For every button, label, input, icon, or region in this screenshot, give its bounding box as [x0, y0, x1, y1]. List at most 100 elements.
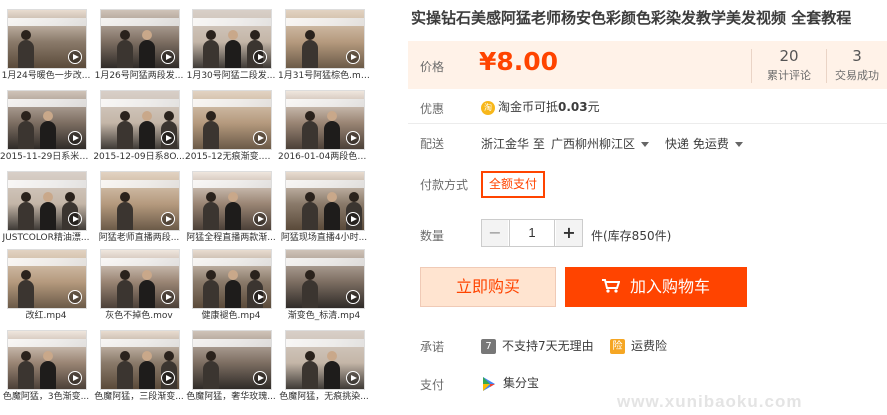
quantity-input[interactable]: 1: [509, 220, 555, 246]
video-thumbnail[interactable]: 渐变色_标清.mp4: [278, 249, 370, 322]
video-caption: 灰色不掉色.mov: [105, 311, 173, 321]
person-head: [228, 270, 238, 280]
video-thumbnail[interactable]: 色魔阿猛，奢华玫瑰...: [185, 330, 277, 403]
video-thumbnail[interactable]: 色魔阿猛，无痕挑染...: [278, 330, 370, 403]
person-head: [120, 111, 130, 121]
play-icon[interactable]: [161, 131, 175, 145]
video-preview-image: [100, 330, 180, 390]
no-return-promise[interactable]: 7 不支持7天无理由: [481, 337, 594, 354]
video-thumbnail[interactable]: 色魔阿猛，3色渐变...: [0, 330, 92, 403]
video-thumbnail[interactable]: JUSTCOLOR精油漂...: [0, 171, 92, 244]
video-preview-image: [7, 249, 87, 309]
video-thumbnail[interactable]: 1月30号阿猛二段发...: [185, 9, 277, 82]
video-title-banner: [286, 180, 364, 188]
promo-unit: 元: [587, 100, 600, 114]
video-caption: 色魔阿猛，3色渐变...: [2, 392, 90, 402]
play-icon[interactable]: [346, 50, 360, 64]
promo-info[interactable]: 淘淘金币可抵0.03元: [481, 98, 600, 115]
person-figure: [203, 40, 219, 68]
play-icon[interactable]: [68, 371, 82, 385]
play-icon[interactable]: [68, 212, 82, 226]
play-icon[interactable]: [253, 212, 267, 226]
video-thumbnail[interactable]: 灰色不掉色.mov: [93, 249, 185, 322]
person-head: [305, 192, 315, 202]
quantity-increase-button[interactable]: +: [556, 220, 582, 246]
person-head: [142, 351, 152, 361]
video-title-banner: [193, 339, 271, 347]
person-figure: [117, 40, 133, 68]
play-icon[interactable]: [161, 50, 175, 64]
video-title-banner: [286, 339, 364, 347]
sales-label: 交易成功: [835, 69, 879, 82]
reviews-stat[interactable]: 20 累计评论: [753, 47, 825, 83]
person-head: [142, 30, 152, 40]
play-icon[interactable]: [346, 131, 360, 145]
person-figure: [18, 121, 34, 149]
quantity-decrease-button[interactable]: −: [482, 220, 508, 246]
chevron-down-icon: [734, 142, 743, 147]
watermark: www.xunibaoku.com: [617, 392, 803, 411]
video-thumbnail[interactable]: 1月24号暖色一步改...: [0, 9, 92, 82]
play-icon[interactable]: [253, 131, 267, 145]
video-caption: 1月26号阿猛两段发...: [94, 71, 184, 81]
person-head: [206, 30, 216, 40]
video-caption: 色魔阿猛，无痕挑染...: [279, 392, 369, 402]
video-preview-image: [192, 9, 272, 69]
play-icon[interactable]: [161, 371, 175, 385]
shipping-method-select[interactable]: 快递 免运费: [665, 135, 743, 152]
play-icon[interactable]: [161, 290, 175, 304]
shipping-insurance[interactable]: 险运费险: [610, 337, 667, 354]
video-preview-image: [192, 171, 272, 231]
video-caption: 2016-01-04两段色染...: [278, 152, 370, 162]
video-thumbnail[interactable]: 阿猛全程直播两款渐...: [185, 171, 277, 244]
person-head: [164, 351, 174, 361]
video-thumbnail[interactable]: 2016-01-04两段色染...: [278, 90, 370, 163]
person-figure: [203, 121, 219, 149]
person-figure: [225, 280, 241, 308]
person-figure: [117, 202, 133, 230]
buy-now-button[interactable]: 立即购买: [420, 267, 556, 307]
video-thumbnail[interactable]: 阿猛老师直播两段...: [93, 171, 185, 244]
person-head: [250, 270, 260, 280]
payment-method-label: 付款方式: [420, 178, 469, 192]
video-thumbnail[interactable]: 色魔阿猛，三段渐变...: [93, 330, 185, 403]
video-title-banner: [8, 18, 86, 26]
video-caption: 阿猛全程直播两款渐...: [186, 233, 276, 243]
play-icon[interactable]: [253, 290, 267, 304]
shipping-destination-select[interactable]: 广西柳州柳江区: [551, 135, 650, 152]
person-head: [327, 351, 337, 361]
play-icon[interactable]: [253, 371, 267, 385]
video-thumbnail[interactable]: 2015-12无痕渐变.mov: [185, 90, 277, 163]
person-head: [327, 192, 337, 202]
video-caption: 改红.mp4: [25, 311, 67, 321]
add-to-cart-button[interactable]: 加入购物车: [565, 267, 747, 307]
play-icon[interactable]: [346, 371, 360, 385]
video-thumbnail[interactable]: 1月26号阿猛两段发...: [93, 9, 185, 82]
play-icon[interactable]: [346, 212, 360, 226]
play-icon[interactable]: [68, 131, 82, 145]
play-icon[interactable]: [68, 290, 82, 304]
video-preview-image: [192, 249, 272, 309]
video-title-banner: [193, 258, 271, 266]
video-title-banner: [8, 258, 86, 266]
video-thumbnail[interactable]: 2015-12-09日系8O...: [93, 90, 185, 163]
shipping-label: 配送: [420, 137, 445, 151]
video-thumbnail[interactable]: 健康褪色.mp4: [185, 249, 277, 322]
play-icon[interactable]: [346, 290, 360, 304]
play-icon[interactable]: [161, 212, 175, 226]
person-figure: [18, 40, 34, 68]
full-payment-option[interactable]: 全额支付: [481, 171, 546, 198]
video-thumbnail[interactable]: 1月31号阿猛棕色.mp4: [278, 9, 370, 82]
shipping-from: 浙江金华 至: [481, 137, 545, 151]
video-thumbnail[interactable]: 2015-11-29日系米色...: [0, 90, 92, 163]
video-title-banner: [101, 339, 179, 347]
pay-method[interactable]: 集分宝: [481, 374, 539, 392]
video-thumbnail[interactable]: 阿猛现场直播4小时...: [278, 171, 370, 244]
video-thumbnail[interactable]: 改红.mp4: [0, 249, 92, 322]
person-head: [250, 30, 260, 40]
stat-divider: [751, 49, 752, 83]
play-icon[interactable]: [68, 50, 82, 64]
play-icon[interactable]: [253, 50, 267, 64]
video-preview-image: [7, 171, 87, 231]
video-caption: 2015-12无痕渐变.mov: [185, 152, 277, 162]
